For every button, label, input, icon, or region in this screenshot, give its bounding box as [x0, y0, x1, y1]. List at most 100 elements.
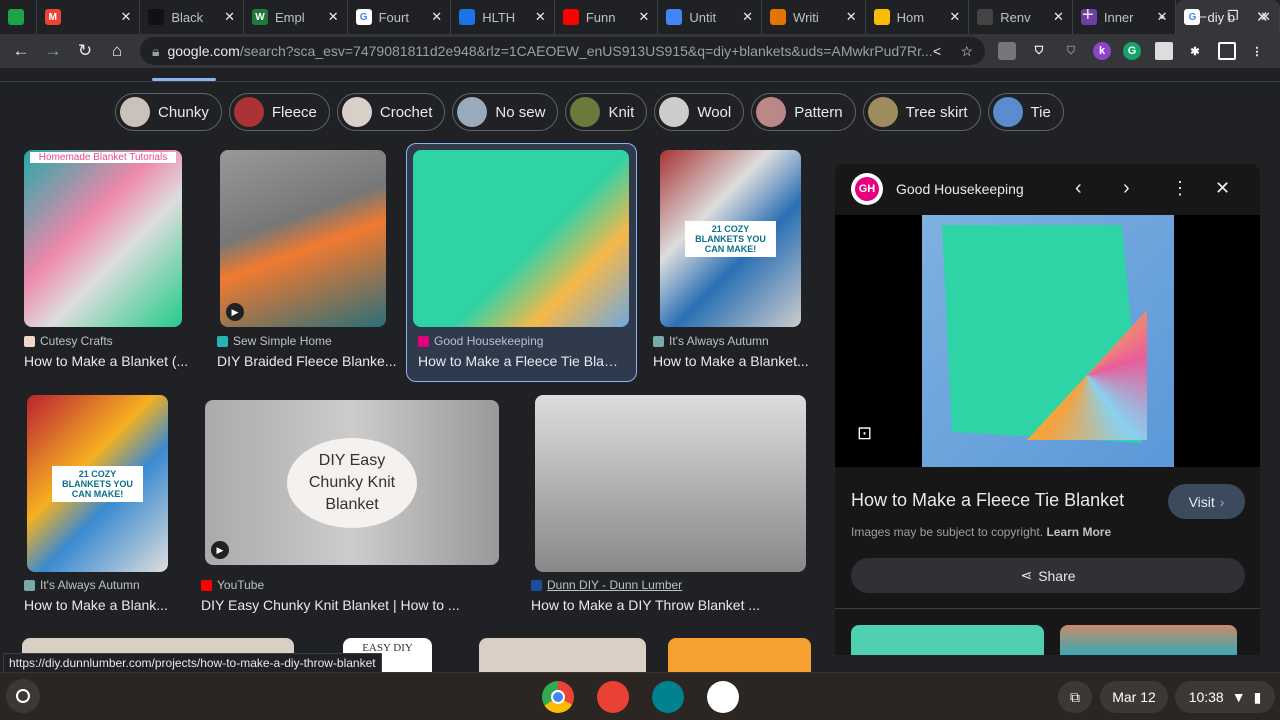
filter-chip[interactable]: Fleece — [228, 93, 330, 131]
copyright-notice: Images may be subject to copyright. Lear… — [851, 525, 1112, 539]
tab[interactable]: Hom ✕ — [866, 0, 970, 34]
result-image[interactable] — [535, 395, 806, 572]
result-source[interactable]: Sew Simple Home — [217, 334, 332, 348]
bookmark-star-icon[interactable]: ☆ — [960, 43, 973, 60]
shield-dark-icon[interactable]: ⛉ — [1062, 42, 1080, 60]
result-source[interactable]: It's Always Autumn — [653, 334, 769, 348]
close-tab-icon[interactable]: ✕ — [120, 9, 131, 25]
result-source[interactable]: Dunn DIY - Dunn Lumber — [531, 578, 682, 592]
result-title[interactable]: How to Make a Blanket... — [653, 353, 813, 369]
chip-label: No sew — [495, 103, 546, 121]
close-tab-icon[interactable]: ✕ — [1053, 9, 1064, 25]
tab[interactable]: Funn ✕ — [555, 0, 659, 34]
result-image[interactable]: 21 COZY BLANKETS YOU CAN MAKE! — [27, 395, 168, 572]
google-lens-icon[interactable]: ⊡ — [857, 423, 872, 444]
side-panel-icon[interactable] — [1218, 42, 1236, 60]
tab[interactable]: Writi ✕ — [762, 0, 866, 34]
tab[interactable]: HLTH ✕ — [451, 0, 555, 34]
result-title[interactable]: DIY Braided Fleece Blanke... — [217, 353, 397, 369]
filter-chips: Chunky Fleece Crochet No sew Knit Wool Pattern… — [115, 93, 1064, 131]
panel-title[interactable]: How to Make a Fleece Tie Blanket — [851, 490, 1124, 511]
k-extension-icon[interactable]: k — [1093, 42, 1111, 60]
chrome-app-icon[interactable] — [542, 681, 574, 713]
classroom-app-icon[interactable] — [652, 681, 684, 713]
puzzle-icon[interactable]: ✱ — [1186, 42, 1204, 60]
home-icon[interactable]: ⌂ — [101, 41, 133, 61]
tab[interactable] — [0, 0, 37, 34]
result-source[interactable]: Cutesy Crafts — [24, 334, 113, 348]
chip-label: Fleece — [271, 103, 317, 121]
visit-button[interactable]: Visit › — [1168, 484, 1245, 519]
close-tab-icon[interactable]: ✕ — [535, 9, 546, 25]
result-title[interactable]: How to Make a DIY Throw Blanket ... — [531, 597, 801, 613]
new-tab-button[interactable]: + — [1082, 4, 1094, 27]
tab[interactable]: G Fourt ✕ — [348, 0, 452, 34]
filter-chip[interactable]: Pattern — [751, 93, 856, 131]
result-image[interactable]: DIY Easy Chunky Knit Blanket ▶ — [205, 400, 499, 565]
share-icon[interactable]: < — [933, 43, 941, 59]
grammarly-icon[interactable]: G — [1123, 42, 1141, 60]
close-tab-icon[interactable]: ✕ — [431, 9, 442, 25]
chip-thumbnail — [570, 97, 601, 127]
menu-kebab-icon[interactable]: ⋮ — [1248, 42, 1266, 60]
close-tab-icon[interactable]: ✕ — [949, 9, 960, 25]
minimize-button[interactable]: – — [1198, 8, 1206, 25]
tote-icon[interactable]: ⧉ — [1058, 681, 1092, 713]
close-window-button[interactable]: ✕ — [1256, 8, 1269, 26]
back-icon[interactable]: ← — [5, 41, 37, 61]
panel-source[interactable]: Good Housekeeping — [896, 181, 1024, 197]
filter-chip[interactable]: Crochet — [336, 93, 446, 131]
address-bar[interactable]: 🔒︎ google.com/search?sca_esv=7479081811d… — [140, 37, 985, 65]
result-title[interactable]: How to Make a Fleece Tie Blan... — [418, 353, 623, 369]
drive-app-icon[interactable] — [707, 681, 739, 713]
filter-chip[interactable]: Wool — [654, 93, 745, 131]
close-tab-icon[interactable]: ✕ — [846, 9, 857, 25]
tab[interactable]: W Empl ✕ — [244, 0, 348, 34]
canvas-app-icon[interactable] — [597, 681, 629, 713]
share-button[interactable]: ⋖ Share — [851, 558, 1245, 593]
shield-icon[interactable]: ⛉ — [1030, 42, 1048, 60]
tab[interactable]: M ✕ — [37, 0, 141, 34]
filter-chip[interactable]: Knit — [565, 93, 648, 131]
date-display[interactable]: Mar 12 — [1100, 681, 1168, 713]
close-tab-icon[interactable]: ✕ — [639, 9, 650, 25]
result-image[interactable]: ▶ — [220, 150, 386, 327]
result-image[interactable]: 21 COZY BLANKETS YOU CAN MAKE! — [660, 150, 801, 327]
next-icon[interactable]: › — [1123, 177, 1130, 200]
reader-icon[interactable] — [1155, 42, 1173, 60]
tab-search-icon[interactable]: ⌄ — [1157, 8, 1167, 22]
close-tab-icon[interactable]: ✕ — [328, 9, 339, 25]
related-image[interactable] — [851, 625, 1044, 655]
previous-icon[interactable]: ‹ — [1075, 177, 1082, 200]
more-options-icon[interactable]: ⋮ — [1171, 178, 1189, 199]
close-tab-icon[interactable]: ✕ — [224, 9, 235, 25]
learn-more-link[interactable]: Learn More — [1046, 525, 1111, 539]
filter-chip[interactable]: Tie — [987, 93, 1064, 131]
toolbar: ← → ↻ ⌂ 🔒︎ google.com/search?sca_esv=747… — [0, 34, 1280, 68]
extension-icon[interactable] — [998, 42, 1016, 60]
filter-chip[interactable]: No sew — [452, 93, 559, 131]
launcher-button[interactable] — [6, 679, 40, 713]
result-title[interactable]: DIY Easy Chunky Knit Blanket | How to ..… — [201, 597, 491, 613]
preview-image[interactable] — [922, 215, 1174, 467]
result-source[interactable]: YouTube — [201, 578, 264, 592]
result-title[interactable]: How to Make a Blanket (... — [24, 353, 194, 369]
result-image[interactable] — [413, 150, 629, 327]
tab[interactable]: Renv ✕ — [969, 0, 1073, 34]
related-image[interactable] — [1060, 625, 1237, 655]
forward-icon[interactable]: → — [37, 41, 69, 61]
tab[interactable]: Untit ✕ — [658, 0, 763, 34]
maximize-button[interactable]: ❐ — [1227, 8, 1239, 24]
result-source[interactable]: It's Always Autumn — [24, 578, 140, 592]
close-panel-icon[interactable]: ✕ — [1215, 178, 1230, 199]
status-tray[interactable]: 10:38 ▼ ▮ — [1175, 681, 1275, 713]
reload-icon[interactable]: ↻ — [69, 41, 101, 61]
filter-chip[interactable]: Tree skirt — [862, 93, 981, 131]
result-source[interactable]: Good Housekeeping — [418, 334, 543, 348]
renew-icon — [977, 9, 994, 25]
tab[interactable]: Black ✕ — [140, 0, 244, 34]
filter-chip[interactable]: Chunky — [115, 93, 222, 131]
close-tab-icon[interactable]: ✕ — [742, 9, 753, 25]
result-title[interactable]: How to Make a Blank... — [24, 597, 174, 613]
result-image[interactable]: Homemade Blanket Tutorials — [24, 150, 182, 327]
